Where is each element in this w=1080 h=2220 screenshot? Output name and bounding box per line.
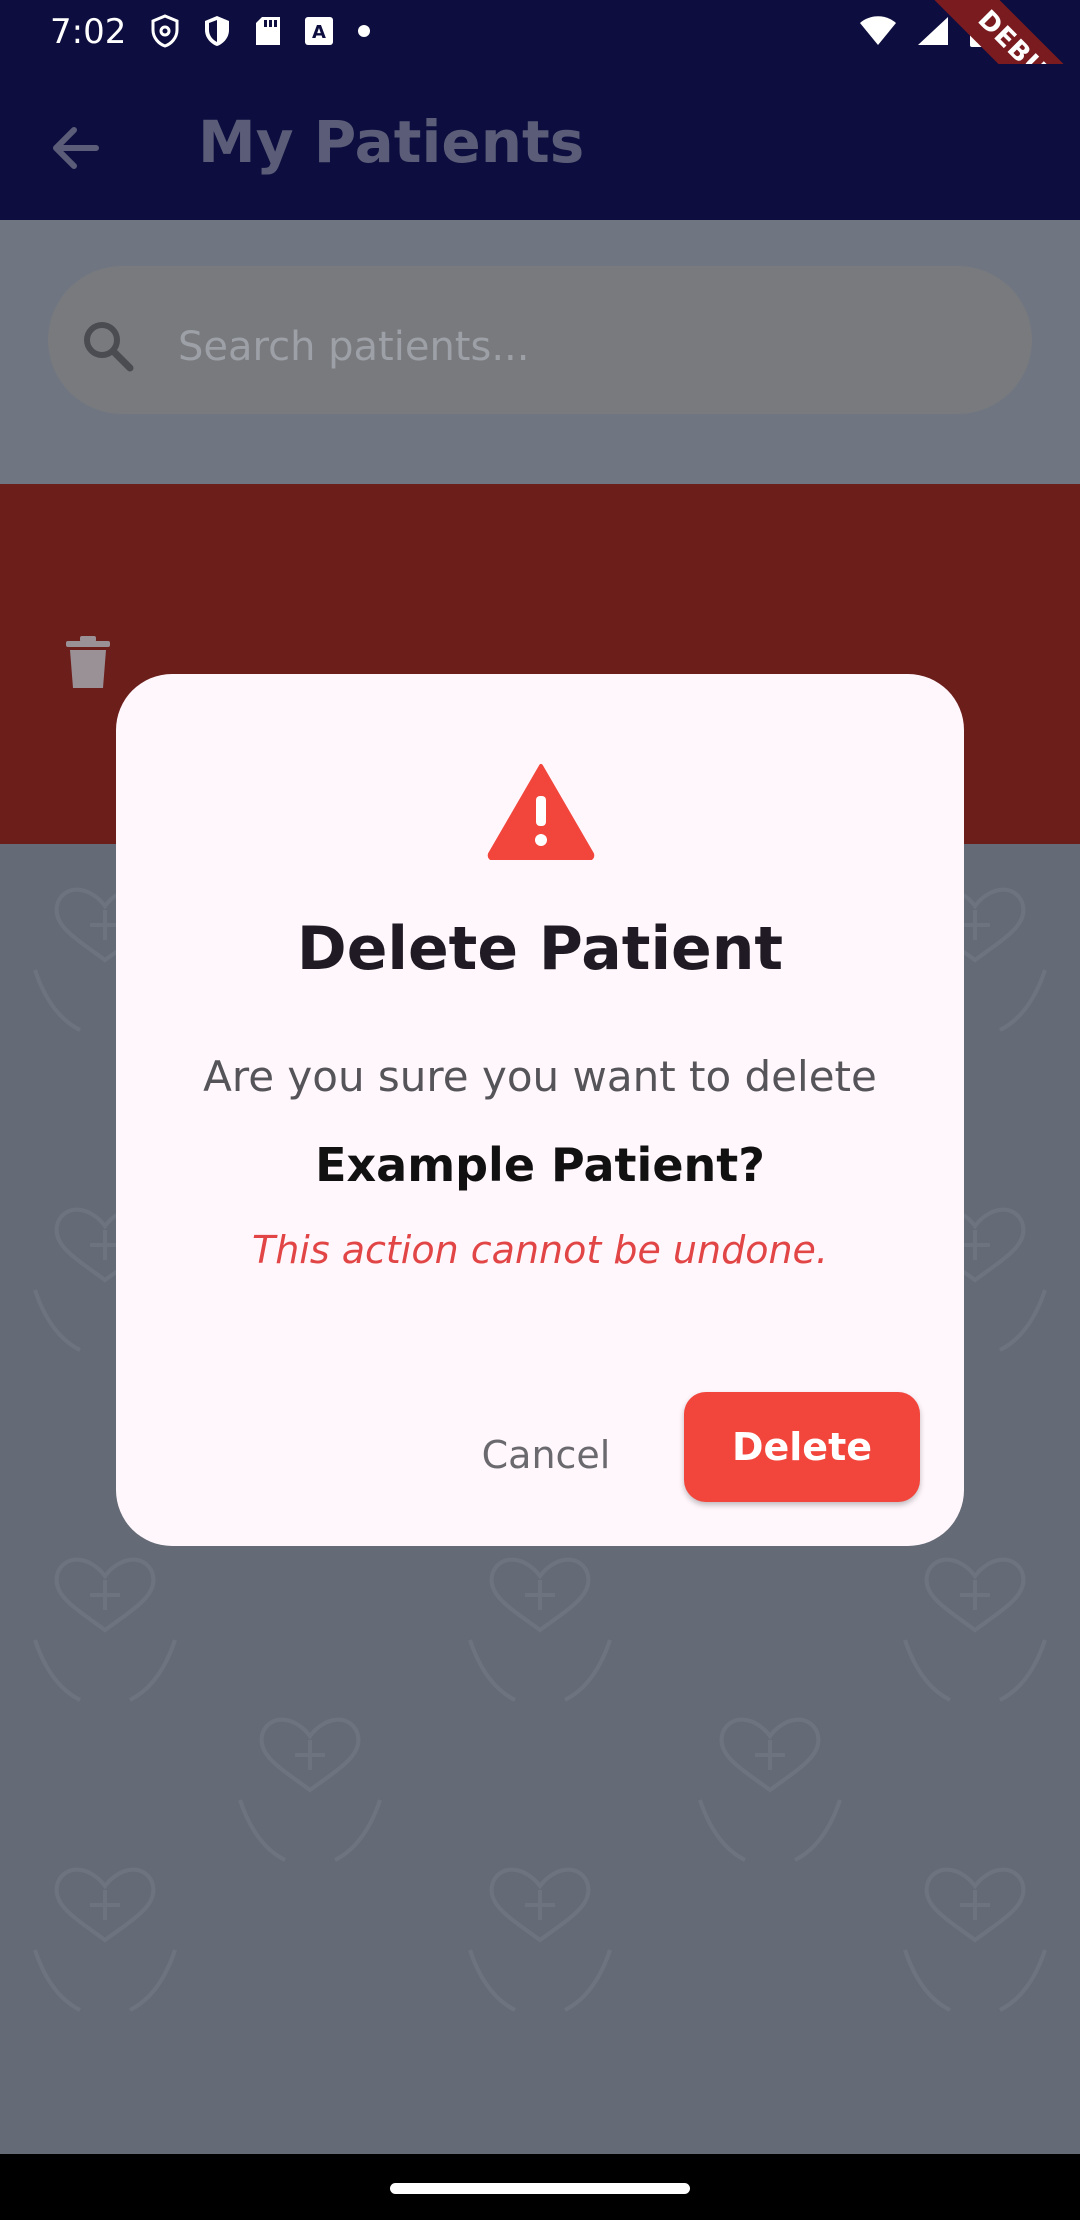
heart-hands-pattern-icon bbox=[903, 1867, 1047, 2012]
search-area bbox=[0, 220, 1080, 484]
signal-icon bbox=[918, 17, 948, 45]
sd-card-icon bbox=[256, 17, 280, 45]
shield-outline-icon bbox=[151, 14, 179, 48]
dialog-message: Are you sure you want to delete bbox=[203, 1052, 877, 1101]
status-icons-left: A bbox=[150, 14, 372, 48]
dialog-warning-text: This action cannot be undone. bbox=[251, 1228, 828, 1272]
back-button[interactable] bbox=[44, 116, 108, 180]
delete-button[interactable]: Delete bbox=[684, 1392, 920, 1502]
delete-confirmation-dialog: Delete Patient Are you sure you want to … bbox=[116, 674, 964, 1546]
status-bar: 7:02 A DEBUG bbox=[0, 0, 1080, 162]
page-title: My Patients bbox=[198, 108, 585, 176]
a-box-icon: A bbox=[305, 17, 333, 45]
heart-hands-pattern-icon bbox=[238, 1717, 382, 1862]
system-nav-bar bbox=[0, 2154, 1080, 2220]
heart-hands-pattern-icon bbox=[698, 1717, 842, 1862]
home-indicator[interactable] bbox=[390, 2183, 690, 2194]
warning-icon bbox=[487, 764, 595, 860]
shield-half-icon bbox=[205, 16, 229, 46]
status-time: 7:02 bbox=[50, 12, 127, 52]
dialog-title: Delete Patient bbox=[296, 914, 784, 984]
heart-hands-pattern-icon bbox=[33, 1557, 177, 1702]
arrow-back-icon bbox=[53, 127, 99, 169]
heart-hands-pattern-icon bbox=[33, 1867, 177, 2012]
heart-hands-pattern-icon bbox=[903, 1557, 1047, 1702]
trash-icon bbox=[66, 636, 110, 688]
search-input[interactable] bbox=[176, 316, 980, 378]
dot-icon bbox=[358, 25, 370, 37]
app-bar: My Patients bbox=[0, 64, 1080, 220]
svg-text:A: A bbox=[312, 22, 326, 43]
heart-hands-pattern-icon bbox=[468, 1867, 612, 2012]
dialog-patient-name: Example Patient? bbox=[315, 1138, 765, 1192]
wifi-icon bbox=[860, 16, 896, 45]
search-icon bbox=[84, 322, 134, 372]
heart-hands-pattern-icon bbox=[468, 1557, 612, 1702]
cancel-button[interactable]: Cancel bbox=[466, 1410, 626, 1500]
